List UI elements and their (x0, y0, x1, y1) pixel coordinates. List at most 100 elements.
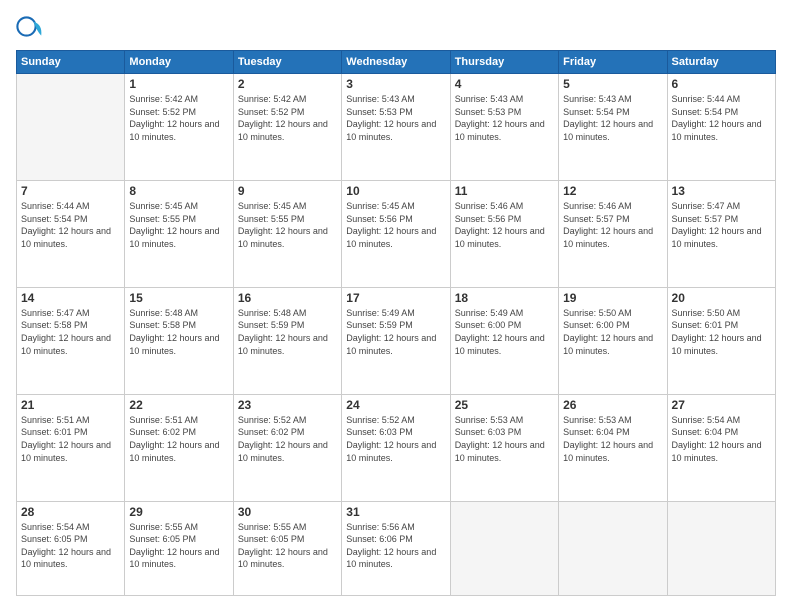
calendar-table: SundayMondayTuesdayWednesdayThursdayFrid… (16, 50, 776, 596)
calendar-week-row: 7Sunrise: 5:44 AMSunset: 5:54 PMDaylight… (17, 180, 776, 287)
day-info: Sunrise: 5:46 AMSunset: 5:56 PMDaylight:… (455, 200, 554, 250)
day-info: Sunrise: 5:43 AMSunset: 5:53 PMDaylight:… (346, 93, 445, 143)
calendar-cell (559, 501, 667, 595)
calendar-cell: 28 Sunrise: 5:54 AMSunset: 6:05 PMDayligh… (17, 501, 125, 595)
calendar-week-row: 21 Sunrise: 5:51 AMSunset: 6:01 PMDayligh… (17, 394, 776, 501)
day-info: Sunrise: 5:46 AMSunset: 5:57 PMDaylight:… (563, 200, 662, 250)
calendar-cell: 26 Sunrise: 5:53 AMSunset: 6:04 PMDayligh… (559, 394, 667, 501)
weekday-header: Monday (125, 51, 233, 74)
day-number: 28 (21, 505, 120, 519)
day-info: Sunrise: 5:49 AMSunset: 5:59 PMDaylight:… (346, 307, 445, 357)
day-number: 22 (129, 398, 228, 412)
day-number: 14 (21, 291, 120, 305)
day-info: Sunrise: 5:42 AMSunset: 5:52 PMDaylight:… (129, 93, 228, 143)
day-info: Sunrise: 5:43 AMSunset: 5:53 PMDaylight:… (455, 93, 554, 143)
calendar-week-row: 28 Sunrise: 5:54 AMSunset: 6:05 PMDayligh… (17, 501, 776, 595)
calendar-cell: 14 Sunrise: 5:47 AMSunset: 5:58 PMDayligh… (17, 287, 125, 394)
calendar-cell: 4 Sunrise: 5:43 AMSunset: 5:53 PMDaylight… (450, 74, 558, 181)
page: SundayMondayTuesdayWednesdayThursdayFrid… (0, 0, 792, 612)
calendar-cell: 6 Sunrise: 5:44 AMSunset: 5:54 PMDaylight… (667, 74, 775, 181)
logo-icon (16, 16, 44, 44)
day-info: Sunrise: 5:45 AMSunset: 5:56 PMDaylight:… (346, 200, 445, 250)
day-info: Sunrise: 5:50 AMSunset: 6:00 PMDaylight:… (563, 307, 662, 357)
day-info: Sunrise: 5:42 AMSunset: 5:52 PMDaylight:… (238, 93, 337, 143)
calendar-cell: 21 Sunrise: 5:51 AMSunset: 6:01 PMDayligh… (17, 394, 125, 501)
day-number: 31 (346, 505, 445, 519)
calendar-cell: 13 Sunrise: 5:47 AMSunset: 5:57 PMDayligh… (667, 180, 775, 287)
header (16, 16, 776, 44)
day-number: 13 (672, 184, 771, 198)
calendar-week-row: 1 Sunrise: 5:42 AMSunset: 5:52 PMDaylight… (17, 74, 776, 181)
day-number: 16 (238, 291, 337, 305)
calendar-cell: 20 Sunrise: 5:50 AMSunset: 6:01 PMDayligh… (667, 287, 775, 394)
calendar-cell: 27 Sunrise: 5:54 AMSunset: 6:04 PMDayligh… (667, 394, 775, 501)
day-info: Sunrise: 5:47 AMSunset: 5:58 PMDaylight:… (21, 307, 120, 357)
weekday-header: Sunday (17, 51, 125, 74)
day-info: Sunrise: 5:51 AMSunset: 6:02 PMDaylight:… (129, 414, 228, 464)
day-info: Sunrise: 5:47 AMSunset: 5:57 PMDaylight:… (672, 200, 771, 250)
day-number: 27 (672, 398, 771, 412)
day-number: 15 (129, 291, 228, 305)
day-info: Sunrise: 5:44 AMSunset: 5:54 PMDaylight:… (672, 93, 771, 143)
day-number: 19 (563, 291, 662, 305)
day-number: 29 (129, 505, 228, 519)
calendar-cell: 29 Sunrise: 5:55 AMSunset: 6:05 PMDayligh… (125, 501, 233, 595)
calendar-cell: 17 Sunrise: 5:49 AMSunset: 5:59 PMDayligh… (342, 287, 450, 394)
day-info: Sunrise: 5:50 AMSunset: 6:01 PMDaylight:… (672, 307, 771, 357)
day-number: 21 (21, 398, 120, 412)
day-info: Sunrise: 5:51 AMSunset: 6:01 PMDaylight:… (21, 414, 120, 464)
day-info: Sunrise: 5:43 AMSunset: 5:54 PMDaylight:… (563, 93, 662, 143)
day-number: 1 (129, 77, 228, 91)
calendar-cell: 8Sunrise: 5:45 AMSunset: 5:55 PMDaylight… (125, 180, 233, 287)
day-number: 8 (129, 184, 228, 198)
calendar-cell: 18 Sunrise: 5:49 AMSunset: 6:00 PMDayligh… (450, 287, 558, 394)
day-info: Sunrise: 5:53 AMSunset: 6:04 PMDaylight:… (563, 414, 662, 464)
logo (16, 16, 48, 44)
day-number: 18 (455, 291, 554, 305)
calendar-cell: 11Sunrise: 5:46 AMSunset: 5:56 PMDayligh… (450, 180, 558, 287)
calendar-cell: 5 Sunrise: 5:43 AMSunset: 5:54 PMDaylight… (559, 74, 667, 181)
day-number: 17 (346, 291, 445, 305)
day-info: Sunrise: 5:49 AMSunset: 6:00 PMDaylight:… (455, 307, 554, 357)
calendar-cell: 16 Sunrise: 5:48 AMSunset: 5:59 PMDayligh… (233, 287, 341, 394)
day-number: 23 (238, 398, 337, 412)
calendar-cell: 15 Sunrise: 5:48 AMSunset: 5:58 PMDayligh… (125, 287, 233, 394)
calendar-cell: 1 Sunrise: 5:42 AMSunset: 5:52 PMDaylight… (125, 74, 233, 181)
calendar-cell: 24 Sunrise: 5:52 AMSunset: 6:03 PMDayligh… (342, 394, 450, 501)
day-info: Sunrise: 5:52 AMSunset: 6:03 PMDaylight:… (346, 414, 445, 464)
day-info: Sunrise: 5:53 AMSunset: 6:03 PMDaylight:… (455, 414, 554, 464)
day-number: 24 (346, 398, 445, 412)
calendar-cell: 19 Sunrise: 5:50 AMSunset: 6:00 PMDayligh… (559, 287, 667, 394)
day-number: 6 (672, 77, 771, 91)
calendar-cell: 9 Sunrise: 5:45 AMSunset: 5:55 PMDaylight… (233, 180, 341, 287)
day-number: 30 (238, 505, 337, 519)
day-number: 26 (563, 398, 662, 412)
day-info: Sunrise: 5:54 AMSunset: 6:05 PMDaylight:… (21, 521, 120, 571)
weekday-header: Friday (559, 51, 667, 74)
weekday-header: Wednesday (342, 51, 450, 74)
day-number: 20 (672, 291, 771, 305)
day-number: 2 (238, 77, 337, 91)
day-info: Sunrise: 5:56 AMSunset: 6:06 PMDaylight:… (346, 521, 445, 571)
calendar-cell: 7Sunrise: 5:44 AMSunset: 5:54 PMDaylight… (17, 180, 125, 287)
day-number: 9 (238, 184, 337, 198)
day-info: Sunrise: 5:45 AMSunset: 5:55 PMDaylight:… (238, 200, 337, 250)
calendar-cell (17, 74, 125, 181)
day-info: Sunrise: 5:54 AMSunset: 6:04 PMDaylight:… (672, 414, 771, 464)
calendar-cell: 10Sunrise: 5:45 AMSunset: 5:56 PMDayligh… (342, 180, 450, 287)
day-info: Sunrise: 5:48 AMSunset: 5:58 PMDaylight:… (129, 307, 228, 357)
calendar-cell (450, 501, 558, 595)
weekday-header: Thursday (450, 51, 558, 74)
day-number: 3 (346, 77, 445, 91)
day-info: Sunrise: 5:48 AMSunset: 5:59 PMDaylight:… (238, 307, 337, 357)
day-info: Sunrise: 5:55 AMSunset: 6:05 PMDaylight:… (238, 521, 337, 571)
day-info: Sunrise: 5:55 AMSunset: 6:05 PMDaylight:… (129, 521, 228, 571)
calendar-cell: 2 Sunrise: 5:42 AMSunset: 5:52 PMDaylight… (233, 74, 341, 181)
day-number: 25 (455, 398, 554, 412)
calendar-week-row: 14 Sunrise: 5:47 AMSunset: 5:58 PMDayligh… (17, 287, 776, 394)
calendar-cell (667, 501, 775, 595)
calendar-cell: 30 Sunrise: 5:55 AMSunset: 6:05 PMDayligh… (233, 501, 341, 595)
day-info: Sunrise: 5:52 AMSunset: 6:02 PMDaylight:… (238, 414, 337, 464)
day-number: 5 (563, 77, 662, 91)
day-number: 4 (455, 77, 554, 91)
